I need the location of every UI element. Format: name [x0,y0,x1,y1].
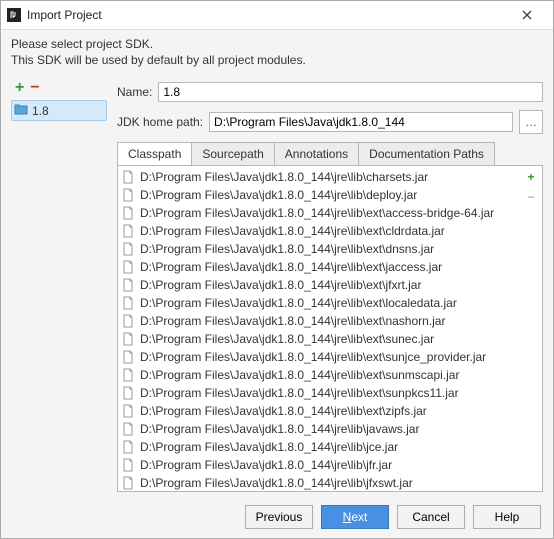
jar-file-icon [122,260,134,274]
classpath-entry-path: D:\Program Files\Java\jdk1.8.0_144\jre\l… [140,260,442,274]
classpath-entry-path: D:\Program Files\Java\jdk1.8.0_144\jre\l… [140,224,445,238]
jar-file-icon [122,350,134,364]
tab-sourcepath[interactable]: Sourcepath [191,142,274,165]
intro-line2: This SDK will be used by default by all … [11,52,543,68]
tab-documentation-paths[interactable]: Documentation Paths [358,142,495,165]
classpath-panel: D:\Program Files\Java\jdk1.8.0_144\jre\l… [117,165,543,492]
classpath-entry-path: D:\Program Files\Java\jdk1.8.0_144\jre\l… [140,242,434,256]
window-title: Import Project [27,8,507,22]
classpath-entry[interactable]: D:\Program Files\Java\jdk1.8.0_144\jre\l… [122,312,516,330]
jar-file-icon [122,242,134,256]
tab-annotations[interactable]: Annotations [274,142,359,165]
sdk-tree-item[interactable]: 1.8 [11,100,107,121]
cancel-button[interactable]: Cancel [397,505,465,529]
jar-file-icon [122,296,134,310]
jar-file-icon [122,440,134,454]
main-area: + − 1.8 Name: JDK home path: [1,74,553,496]
classpath-entry-path: D:\Program Files\Java\jdk1.8.0_144\jre\l… [140,206,494,220]
classpath-entry[interactable]: D:\Program Files\Java\jdk1.8.0_144\jre\l… [122,438,516,456]
sdk-details: Name: JDK home path: … Classpath Sourcep… [117,78,543,492]
classpath-list[interactable]: D:\Program Files\Java\jdk1.8.0_144\jre\l… [118,166,520,491]
classpath-entry[interactable]: D:\Program Files\Java\jdk1.8.0_144\jre\l… [122,240,516,258]
home-input[interactable] [209,112,513,132]
app-icon [7,8,21,22]
ellipsis-icon: … [525,115,537,129]
name-row: Name: [117,82,543,102]
classpath-entry[interactable]: D:\Program Files\Java\jdk1.8.0_144\jre\l… [122,258,516,276]
intro-text: Please select project SDK. This SDK will… [1,30,553,74]
classpath-entry-path: D:\Program Files\Java\jdk1.8.0_144\jre\l… [140,476,413,490]
jar-file-icon [122,206,134,220]
classpath-entry-path: D:\Program Files\Java\jdk1.8.0_144\jre\l… [140,440,398,454]
classpath-entry[interactable]: D:\Program Files\Java\jdk1.8.0_144\jre\l… [122,276,516,294]
titlebar: Import Project [1,1,553,30]
sdk-tree: 1.8 [11,100,107,492]
classpath-entry[interactable]: D:\Program Files\Java\jdk1.8.0_144\jre\l… [122,366,516,384]
jar-file-icon [122,386,134,400]
classpath-entry[interactable]: D:\Program Files\Java\jdk1.8.0_144\jre\l… [122,456,516,474]
next-button[interactable]: Next [321,505,389,529]
classpath-entry[interactable]: D:\Program Files\Java\jdk1.8.0_144\jre\l… [122,474,516,491]
home-row: JDK home path: … [117,110,543,134]
classpath-entry[interactable]: D:\Program Files\Java\jdk1.8.0_144\jre\l… [122,294,516,312]
dialog-footer: Previous Next Cancel Help [1,496,553,538]
remove-sdk-button[interactable]: − [30,80,39,96]
add-sdk-button[interactable]: + [15,80,24,96]
classpath-entry[interactable]: D:\Program Files\Java\jdk1.8.0_144\jre\l… [122,186,516,204]
sdk-sidebar: + − 1.8 [11,78,107,492]
jar-file-icon [122,422,134,436]
sdk-toolbar: + − [11,78,107,98]
previous-button[interactable]: Previous [245,505,313,529]
classpath-entry[interactable]: D:\Program Files\Java\jdk1.8.0_144\jre\l… [122,402,516,420]
classpath-tools: + − [520,166,542,491]
help-button[interactable]: Help [473,505,541,529]
jar-file-icon [122,476,134,490]
jar-file-icon [122,188,134,202]
classpath-entry[interactable]: D:\Program Files\Java\jdk1.8.0_144\jre\l… [122,330,516,348]
jar-file-icon [122,458,134,472]
dialog-window: Import Project Please select project SDK… [0,0,554,539]
classpath-entry-path: D:\Program Files\Java\jdk1.8.0_144\jre\l… [140,458,392,472]
remove-classpath-button: − [527,190,534,204]
jar-file-icon [122,368,134,382]
classpath-entry[interactable]: D:\Program Files\Java\jdk1.8.0_144\jre\l… [122,222,516,240]
classpath-entry[interactable]: D:\Program Files\Java\jdk1.8.0_144\jre\l… [122,168,516,186]
classpath-entry-path: D:\Program Files\Java\jdk1.8.0_144\jre\l… [140,404,427,418]
home-label: JDK home path: [117,115,203,129]
jar-file-icon [122,224,134,238]
jar-file-icon [122,314,134,328]
folder-icon [14,103,28,118]
close-icon [522,10,532,20]
classpath-entry-path: D:\Program Files\Java\jdk1.8.0_144\jre\l… [140,188,417,202]
jar-file-icon [122,332,134,346]
name-input[interactable] [158,82,543,102]
classpath-entry-path: D:\Program Files\Java\jdk1.8.0_144\jre\l… [140,296,457,310]
classpath-entry-path: D:\Program Files\Java\jdk1.8.0_144\jre\l… [140,350,486,364]
tab-classpath[interactable]: Classpath [117,142,192,165]
classpath-entry-path: D:\Program Files\Java\jdk1.8.0_144\jre\l… [140,332,434,346]
next-button-rest: ext [351,510,367,524]
close-button[interactable] [507,1,547,29]
detail-tabs: Classpath Sourcepath Annotations Documen… [117,142,543,165]
jar-file-icon [122,170,134,184]
classpath-entry-path: D:\Program Files\Java\jdk1.8.0_144\jre\l… [140,386,459,400]
classpath-entry[interactable]: D:\Program Files\Java\jdk1.8.0_144\jre\l… [122,204,516,222]
classpath-entry[interactable]: D:\Program Files\Java\jdk1.8.0_144\jre\l… [122,348,516,366]
intro-line1: Please select project SDK. [11,36,543,52]
classpath-entry-path: D:\Program Files\Java\jdk1.8.0_144\jre\l… [140,314,445,328]
name-label: Name: [117,85,152,99]
classpath-entry[interactable]: D:\Program Files\Java\jdk1.8.0_144\jre\l… [122,384,516,402]
jar-file-icon [122,404,134,418]
classpath-entry-path: D:\Program Files\Java\jdk1.8.0_144\jre\l… [140,278,421,292]
sdk-tree-label: 1.8 [32,104,49,118]
jar-file-icon [122,278,134,292]
browse-button[interactable]: … [519,110,543,134]
classpath-entry-path: D:\Program Files\Java\jdk1.8.0_144\jre\l… [140,170,428,184]
classpath-entry[interactable]: D:\Program Files\Java\jdk1.8.0_144\jre\l… [122,420,516,438]
add-classpath-button[interactable]: + [527,170,534,184]
classpath-entry-path: D:\Program Files\Java\jdk1.8.0_144\jre\l… [140,368,459,382]
classpath-entry-path: D:\Program Files\Java\jdk1.8.0_144\jre\l… [140,422,419,436]
